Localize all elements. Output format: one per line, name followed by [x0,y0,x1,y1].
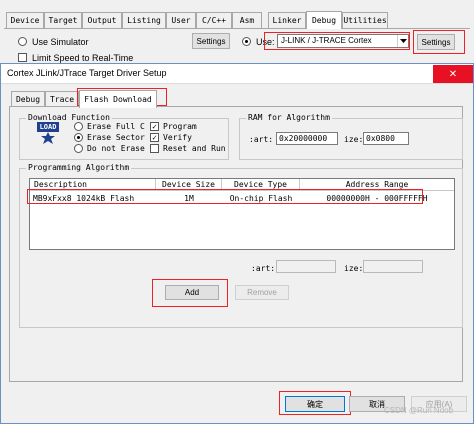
load-icon-text: LOAD [37,122,59,132]
use-label: Use: [256,37,275,47]
program-checkbox[interactable]: ✓ [150,122,159,131]
tab-user[interactable]: User [166,12,196,28]
erase-full-chip-radio[interactable] [74,122,83,131]
program-label: Program [163,122,197,131]
remove-button[interactable]: Remove [235,285,289,300]
use-simulator-label: Use Simulator [32,37,89,47]
row-address-range: 00000000H - 000FFFFFH [326,194,428,203]
row-device-type: On-chip Flash [229,194,293,203]
tab-trace[interactable]: Trace [45,91,79,107]
do-not-erase-label: Do not Erase [87,144,145,153]
chevron-down-icon [397,35,408,47]
close-button[interactable]: ✕ [433,65,473,83]
erase-full-chip-label: Erase Full C [87,122,145,131]
algorithm-table: Description Device Size Device Type Addr… [29,178,455,250]
check-icon: ✓ [152,122,157,131]
settings-left-button[interactable]: Settings [192,33,230,49]
tab-debug-inner[interactable]: Debug [11,91,45,107]
tab-listing[interactable]: Listing [122,12,166,28]
column-header-device-type[interactable]: Device Type [222,179,300,191]
check-icon: ✓ [152,133,157,142]
programming-algorithm-title: Programming Algorithm [26,163,132,172]
tab-utilities[interactable]: Utilities [342,12,388,28]
debugger-select-value: J-LINK / J-TRACE Cortex [281,36,372,45]
ram-size-input[interactable]: 0x0800 [363,132,409,145]
reset-and-run-label: Reset and Run [163,144,226,153]
dialog-title: Cortex JLink/JTrace Target Driver Setup [7,68,167,78]
use-debugger-radio[interactable] [242,37,251,46]
limit-speed-checkbox[interactable] [18,53,27,62]
algorithm-start-input[interactable] [276,260,336,273]
driver-setup-dialog: Cortex JLink/JTrace Target Driver Setup … [0,63,474,424]
debugger-select[interactable]: J-LINK / J-TRACE Cortex [277,34,409,48]
load-icon: LOAD [37,122,59,146]
options-tab-strip: Device Target Output Listing User C/C++ … [6,11,388,29]
algorithm-start-label: :art: [251,264,276,273]
row-device-size: 1M [184,194,194,203]
row-description: MB9xFxx8 1024kB Flash [33,194,135,203]
watermark: CSDN @Run Noob [384,406,454,415]
tab-flash-download[interactable]: Flash Download [79,90,157,108]
verify-label: Verify [163,133,192,142]
ram-algorithm-title: RAM for Algorithm [246,113,332,122]
tab-target[interactable]: Target [44,12,82,28]
ok-button[interactable]: 确定 [285,396,345,412]
column-header-device-size[interactable]: Device Size [156,179,222,191]
tab-asm[interactable]: Asm [232,12,262,28]
options-window: Device Target Output Listing User C/C++ … [0,0,474,66]
tab-cc[interactable]: C/C++ [196,12,232,28]
tab-linker[interactable]: Linker [268,12,306,28]
algorithm-size-input[interactable] [363,260,423,273]
settings-right-button[interactable]: Settings [417,34,455,50]
limit-speed-label: Limit Speed to Real-Time [32,53,134,63]
algorithm-size-label: ize: [344,264,364,273]
column-header-address-range[interactable]: Address Range [300,179,454,191]
tab-device[interactable]: Device [6,12,44,28]
table-row[interactable]: MB9xFxx8 1024kB Flash 1M On-chip Flash 0… [30,192,454,204]
use-simulator-radio[interactable] [18,37,27,46]
dialog-tab-strip: Debug Trace Flash Download [11,90,191,108]
download-function-title: Download Function [26,113,112,122]
tab-debug[interactable]: Debug [306,11,342,29]
ram-start-input[interactable]: 0x20000000 [276,132,338,145]
close-icon: ✕ [448,68,458,80]
column-header-description[interactable]: Description [30,179,156,191]
dialog-title-bar: Cortex JLink/JTrace Target Driver Setup … [1,64,473,84]
reset-and-run-checkbox[interactable] [150,144,159,153]
tab-output[interactable]: Output [82,12,122,28]
add-button[interactable]: Add [165,285,219,300]
verify-checkbox[interactable]: ✓ [150,133,159,142]
ram-start-label: :art: [249,135,274,144]
erase-sectors-radio[interactable] [74,133,83,142]
ram-size-label: ize: [344,135,364,144]
erase-sectors-label: Erase Sector [87,133,145,142]
do-not-erase-radio[interactable] [74,144,83,153]
